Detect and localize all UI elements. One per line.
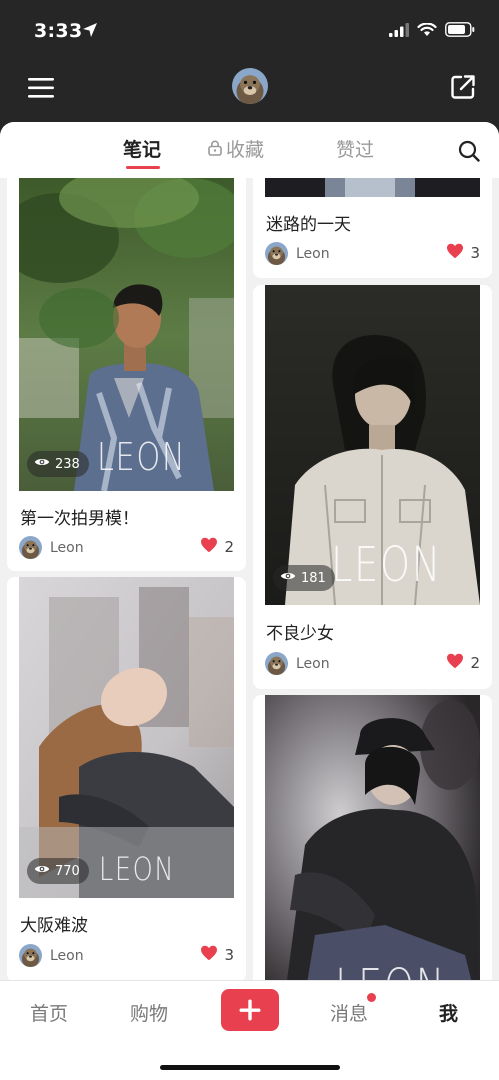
- add-note-button[interactable]: [221, 989, 279, 1031]
- like-count: 3: [470, 244, 480, 262]
- view-count-badge: 181: [273, 565, 335, 591]
- author-name: Leon: [296, 245, 330, 262]
- heart-icon: [200, 945, 218, 965]
- eye-icon: [280, 570, 296, 586]
- author[interactable]: Leon: [19, 944, 84, 967]
- note-title: 第一次拍男模！: [20, 509, 139, 529]
- heart-icon: [446, 653, 464, 673]
- home-indicator: [160, 1065, 340, 1070]
- note-photo: LEON: [265, 695, 480, 995]
- wifi-icon: [417, 22, 437, 41]
- lock-icon: [208, 138, 222, 162]
- like-count: 2: [470, 654, 480, 672]
- battery-icon: [445, 22, 475, 41]
- note-title: 大阪难波: [20, 916, 88, 936]
- like-count: 2: [224, 538, 234, 556]
- heart-icon: [446, 243, 464, 263]
- author-name: Leon: [296, 655, 330, 672]
- eye-icon: [34, 863, 50, 879]
- nav-me[interactable]: 我: [439, 999, 458, 1026]
- photo-watermark: LEON: [99, 850, 176, 888]
- author[interactable]: Leon: [265, 242, 330, 265]
- like-count: 3: [224, 946, 234, 964]
- author-avatar: [265, 652, 288, 675]
- content-sheet: 笔记 收藏 赞过 238 LEON 第一次拍男模！ Leon 2 770 LEO…: [0, 122, 499, 1080]
- location-arrow-icon: [82, 22, 98, 42]
- author-avatar: [19, 536, 42, 559]
- note-card[interactable]: 238 LEON 第一次拍男模！ Leon 2: [7, 178, 246, 571]
- note-photo: 238 LEON: [19, 178, 234, 491]
- note-card[interactable]: 181 LEON 不良少女 Leon 2: [253, 285, 492, 689]
- status-indicators: [389, 22, 475, 41]
- tab-notes[interactable]: 笔记: [123, 138, 161, 162]
- eye-icon: [34, 456, 50, 472]
- author-avatar: [265, 242, 288, 265]
- tab-active-indicator: [126, 166, 160, 169]
- note-photo: [265, 178, 480, 197]
- view-count: 238: [55, 456, 80, 472]
- tab-favorites-label: 收藏: [226, 139, 265, 161]
- view-count: 181: [301, 570, 326, 586]
- author[interactable]: Leon: [265, 652, 330, 675]
- tab-liked[interactable]: 赞过: [336, 138, 374, 162]
- status-time: 3:33: [34, 20, 83, 42]
- menu-icon[interactable]: [28, 76, 56, 100]
- like-button[interactable]: 3: [446, 243, 480, 263]
- note-title: 不良少女: [266, 624, 334, 644]
- search-icon[interactable]: [458, 140, 480, 162]
- photo-watermark: LEON: [97, 435, 187, 479]
- avatar[interactable]: [232, 68, 268, 104]
- note-photo: 770 LEON: [19, 577, 234, 898]
- note-card[interactable]: 770 LEON 大阪难波 Leon 3: [7, 577, 246, 982]
- author-name: Leon: [50, 947, 84, 964]
- bottom-nav: 首页 购物 消息 我: [0, 980, 499, 1080]
- heart-icon: [200, 537, 218, 557]
- nav-messages[interactable]: 消息: [330, 999, 368, 1026]
- unread-dot: [367, 993, 376, 1002]
- share-icon[interactable]: [450, 74, 476, 100]
- top-bar: [0, 62, 499, 124]
- note-card[interactable]: LEON: [253, 695, 492, 995]
- status-bar: 3:33: [0, 0, 499, 62]
- like-button[interactable]: 2: [446, 653, 480, 673]
- note-card[interactable]: 迷路的一天 Leon 3: [253, 178, 492, 278]
- like-button[interactable]: 3: [200, 945, 234, 965]
- view-count-badge: 238: [27, 451, 89, 477]
- plus-icon: [221, 999, 279, 1035]
- author-avatar: [19, 944, 42, 967]
- photo-watermark: LEON: [331, 537, 443, 593]
- nav-home[interactable]: 首页: [30, 999, 68, 1026]
- view-count-badge: 770: [27, 858, 89, 884]
- like-button[interactable]: 2: [200, 537, 234, 557]
- author-name: Leon: [50, 539, 84, 556]
- tab-favorites[interactable]: 收藏: [208, 138, 264, 162]
- signal-icon: [389, 22, 409, 41]
- author[interactable]: Leon: [19, 536, 84, 559]
- nav-shop[interactable]: 购物: [130, 999, 168, 1026]
- note-title: 迷路的一天: [266, 215, 351, 235]
- view-count: 770: [55, 863, 80, 879]
- note-photo: 181 LEON: [265, 285, 480, 605]
- tab-bar: 笔记 收藏 赞过: [0, 122, 499, 178]
